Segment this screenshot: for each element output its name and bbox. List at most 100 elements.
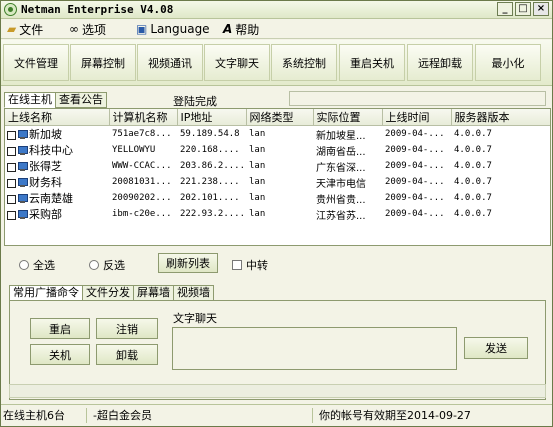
column-header[interactable]: 计算机名称 xyxy=(109,109,178,126)
remote-uninstall-button[interactable]: 远程卸载 xyxy=(407,44,473,81)
network-type-cell: lan xyxy=(249,177,266,187)
table-row[interactable]: 科技中心 YELLOWYU 220.168.... lan 湖南省岳... 20… xyxy=(5,142,550,158)
tab-screen-wall[interactable]: 屏幕墙 xyxy=(133,285,174,301)
online-time-cell: 2009-04-... xyxy=(385,161,445,171)
send-button[interactable]: 发送 xyxy=(464,337,528,359)
folder-icon: ▰ xyxy=(7,22,17,36)
log-strip xyxy=(9,384,546,398)
minimize-button[interactable]: 最小化 xyxy=(475,44,541,81)
server-version-cell: 4.0.0.7 xyxy=(454,177,492,187)
tab-broadcast-commands[interactable]: 常用广播命令 xyxy=(9,285,83,301)
host-list: 上线名称 计算机名称 IP地址 网络类型 实际位置 上线时间 服务器版本 新加坡… xyxy=(4,108,551,246)
system-control-button[interactable]: 系统控制 xyxy=(271,44,337,81)
host-name-cell: 云南楚雄 xyxy=(5,190,109,206)
table-row[interactable]: 新加坡 751ae7c8... 59.189.54.8 lan 新加坡星... … xyxy=(5,126,550,143)
tab-file-distribute[interactable]: 文件分发 xyxy=(82,285,134,301)
radio-circle-icon xyxy=(19,260,29,270)
menu-language[interactable]: ▣ Language xyxy=(136,21,210,37)
computer-name-cell: ibm-c20e... xyxy=(112,209,172,219)
shutdown-button[interactable]: 关机 xyxy=(30,344,90,365)
host-tabs: 在线主机 查看公告 xyxy=(4,92,107,108)
restart-shutdown-button[interactable]: 重启关机 xyxy=(339,44,405,81)
relay-checkbox[interactable]: 中转 xyxy=(232,257,268,273)
video-comm-button[interactable]: 视频通讯 xyxy=(137,44,203,81)
account-expiry-status: 你的帐号有效期至2014-09-27 xyxy=(319,409,471,422)
network-type-cell: lan xyxy=(249,209,266,219)
window-title: Netman Enterprise V4.08 xyxy=(21,3,174,16)
chat-label: 文字聊天 xyxy=(173,312,217,325)
computer-icon xyxy=(17,178,28,188)
row-checkbox[interactable] xyxy=(7,210,16,220)
column-header[interactable]: 上线时间 xyxy=(382,109,452,126)
row-checkbox[interactable] xyxy=(7,178,16,188)
column-header[interactable]: IP地址 xyxy=(177,109,247,126)
tab-view-notice[interactable]: 查看公告 xyxy=(55,92,107,108)
chat-message-input[interactable] xyxy=(172,327,457,370)
tab-online-hosts[interactable]: 在线主机 xyxy=(4,92,56,108)
server-version-cell: 4.0.0.7 xyxy=(454,161,492,171)
column-header[interactable]: 上线名称 xyxy=(5,109,110,126)
computer-name-cell: 20090202... xyxy=(112,193,172,203)
online-time-cell: 2009-04-... xyxy=(385,129,445,139)
ip-cell: 221.238.... xyxy=(180,177,240,187)
network-type-cell: lan xyxy=(249,161,266,171)
table-row[interactable]: 张得芝 WWW-CCAC... 203.86.2.... lan 广东省深...… xyxy=(5,158,550,174)
restart-button[interactable]: 重启 xyxy=(30,318,90,339)
row-checkbox[interactable] xyxy=(7,146,16,156)
maximize-window-button[interactable]: □ xyxy=(515,2,531,16)
tab-video-wall[interactable]: 视频墙 xyxy=(173,285,214,301)
column-header[interactable]: 服务器版本 xyxy=(451,109,550,126)
help-icon: A xyxy=(223,22,233,36)
host-name: 张得芝 xyxy=(29,160,62,173)
file-manage-button[interactable]: 文件管理 xyxy=(3,44,69,81)
selection-controls: 全选 反选 刷新列表 中转 xyxy=(1,253,552,275)
invert-selection-radio[interactable]: 反选 xyxy=(89,257,125,273)
refresh-list-button[interactable]: 刷新列表 xyxy=(158,253,218,273)
menu-options[interactable]: ∞ 选项 xyxy=(69,21,106,37)
row-checkbox[interactable] xyxy=(7,130,16,140)
login-status: 登陆完成 xyxy=(173,95,217,108)
invert-selection-label: 反选 xyxy=(103,259,125,272)
menu-help[interactable]: A 帮助 xyxy=(223,21,259,37)
command-tabs: 常用广播命令 文件分发 屏幕墙 视频墙 xyxy=(9,285,214,301)
computer-icon xyxy=(17,194,28,204)
column-header[interactable]: 实际位置 xyxy=(313,109,383,126)
location-cell: 江苏省苏... xyxy=(316,210,366,222)
location-cell: 新加坡星... xyxy=(316,130,366,142)
network-type-cell: lan xyxy=(249,145,266,155)
ip-cell: 202.101.... xyxy=(180,193,240,203)
network-type-cell: lan xyxy=(249,193,266,203)
host-name-cell: 采购部 xyxy=(5,206,109,222)
row-checkbox[interactable] xyxy=(7,194,16,204)
uninstall-button[interactable]: 卸载 xyxy=(96,344,158,365)
close-window-button[interactable]: × xyxy=(533,2,549,16)
toolbar: 文件管理 屏幕控制 视频通讯 文字聊天 系统控制 重启关机 远程卸载 最小化 xyxy=(1,40,552,86)
computer-icon xyxy=(17,162,28,172)
minimize-window-button[interactable]: _ xyxy=(497,2,513,16)
network-type-cell: lan xyxy=(249,129,266,139)
computer-name-cell: YELLOWYU xyxy=(112,145,156,155)
computer-icon xyxy=(17,210,28,220)
screen-control-button[interactable]: 屏幕控制 xyxy=(70,44,136,81)
table-row[interactable]: 财务科 20081031... 221.238.... lan 天津市电信 20… xyxy=(5,174,550,190)
server-version-cell: 4.0.0.7 xyxy=(454,145,492,155)
row-checkbox[interactable] xyxy=(7,162,16,172)
window-controls: _ □ × xyxy=(497,2,549,16)
select-all-radio[interactable]: 全选 xyxy=(19,257,55,273)
online-time-cell: 2009-04-... xyxy=(385,193,445,203)
computer-name-cell: 20081031... xyxy=(112,177,172,187)
menu-file[interactable]: ▰ 文件 xyxy=(7,21,43,37)
table-header-row: 上线名称 计算机名称 IP地址 网络类型 实际位置 上线时间 服务器版本 xyxy=(5,109,550,126)
table-row[interactable]: 云南楚雄 20090202... 202.101.... lan 贵州省贵...… xyxy=(5,190,550,206)
location-cell: 广东省深... xyxy=(316,162,366,174)
host-name: 科技中心 xyxy=(29,144,73,157)
column-header[interactable]: 网络类型 xyxy=(246,109,314,126)
location-cell: 贵州省贵... xyxy=(316,194,366,206)
app-window: Netman Enterprise V4.08 _ □ × ▰ 文件 ∞ 选项 … xyxy=(0,0,553,427)
status-bar: 在线主机6台 -超白金会员 你的帐号有效期至2014-09-27 xyxy=(1,404,552,426)
logout-button[interactable]: 注销 xyxy=(96,318,158,339)
table-row[interactable]: 采购部 ibm-c20e... 222.93.2.... lan 江苏省苏...… xyxy=(5,206,550,222)
online-time-cell: 2009-04-... xyxy=(385,177,445,187)
text-chat-button[interactable]: 文字聊天 xyxy=(204,44,270,81)
server-version-cell: 4.0.0.7 xyxy=(454,193,492,203)
